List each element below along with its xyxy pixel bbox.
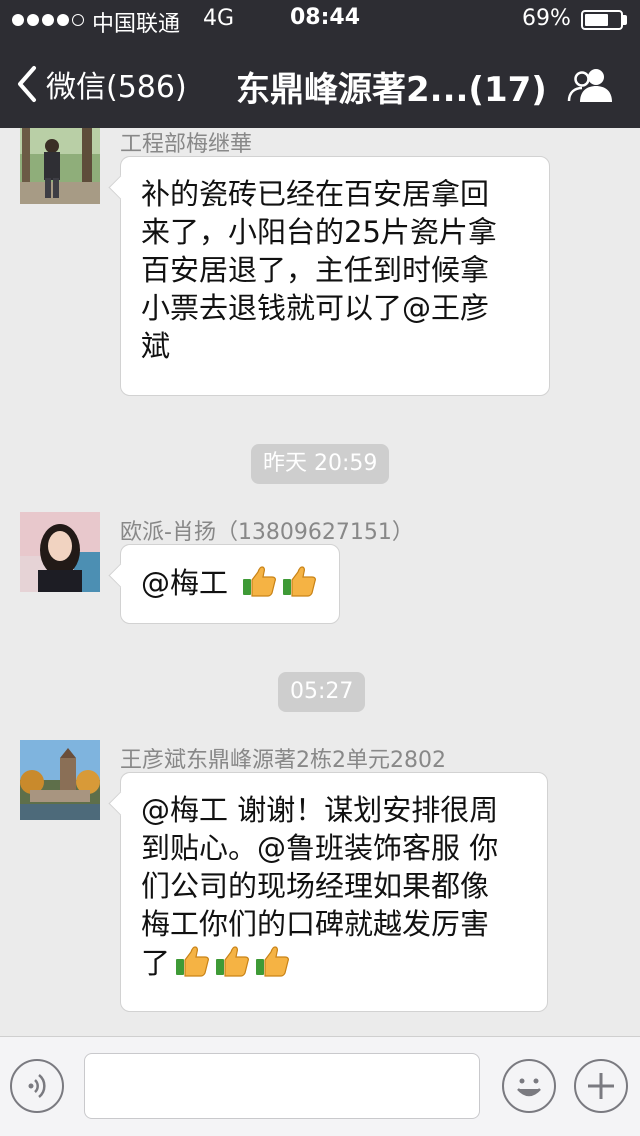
- thumbs-up-icon: [241, 563, 277, 599]
- plus-icon[interactable]: [574, 1059, 628, 1113]
- chevron-left-icon: [16, 65, 38, 103]
- message-input-bar: [0, 1036, 640, 1136]
- message-bubble[interactable]: @梅工: [120, 544, 340, 624]
- sender-name: 工程部梅继華: [120, 132, 253, 157]
- message-bubble[interactable]: @梅工 谢谢！谋划安排很周 到贴心。@鲁班装饰客服 你 们公司的现场经理如果都像…: [120, 772, 548, 1012]
- message-text: @梅工: [141, 566, 238, 600]
- avatar[interactable]: [20, 740, 100, 820]
- message-list[interactable]: 工程部梅继華 补的瓷砖已经在百安居拿回 来了，小阳台的25片瓷片拿 百安居退了，…: [0, 128, 640, 1036]
- timestamp-divider: 昨天 20:59: [251, 444, 390, 484]
- avatar[interactable]: [20, 512, 100, 592]
- smiley-icon[interactable]: [502, 1059, 556, 1113]
- avatar[interactable]: [20, 128, 100, 204]
- chat-title: 东鼎峰源著2...(17): [236, 70, 547, 110]
- thumbs-up-icon: [281, 563, 317, 599]
- sender-name: 王彦斌东鼎峰源著2栋2单元2802: [120, 748, 446, 773]
- back-button[interactable]: 微信(586): [16, 62, 187, 106]
- status-time: 08:44: [290, 5, 361, 30]
- wechat-chat-screen: 中国联通 4G 08:44 69% 微信(586) 东鼎峰源著2...(17): [0, 0, 640, 1136]
- status-bar: 中国联通 4G 08:44 69%: [0, 0, 640, 40]
- chat-header: 微信(586) 东鼎峰源著2...(17): [0, 40, 640, 128]
- battery-percent: 69%: [522, 6, 571, 31]
- message-bubble[interactable]: 补的瓷砖已经在百安居拿回 来了，小阳台的25片瓷片拿 百安居退了，主任到时候拿 …: [120, 156, 550, 396]
- battery-icon: [581, 10, 623, 30]
- thumbs-up-icon: [174, 943, 210, 979]
- timestamp-divider: 05:27: [278, 672, 366, 712]
- sender-name: 欧派-肖扬（13809627151）: [120, 520, 414, 545]
- signal-strength-icon: [12, 14, 84, 26]
- network-type: 4G: [203, 6, 235, 31]
- voice-icon[interactable]: [10, 1059, 64, 1113]
- carrier-name: 中国联通: [92, 12, 181, 37]
- message-text: 补的瓷砖已经在百安居拿回 来了，小阳台的25片瓷片拿 百安居退了，主任到时候拿 …: [141, 177, 497, 363]
- thumbs-up-icon: [254, 943, 290, 979]
- back-label: 微信(586): [46, 70, 187, 105]
- thumbs-up-icon: [214, 943, 250, 979]
- group-members-icon[interactable]: [566, 66, 616, 106]
- battery-nub: [623, 15, 627, 25]
- message-input[interactable]: [84, 1053, 480, 1119]
